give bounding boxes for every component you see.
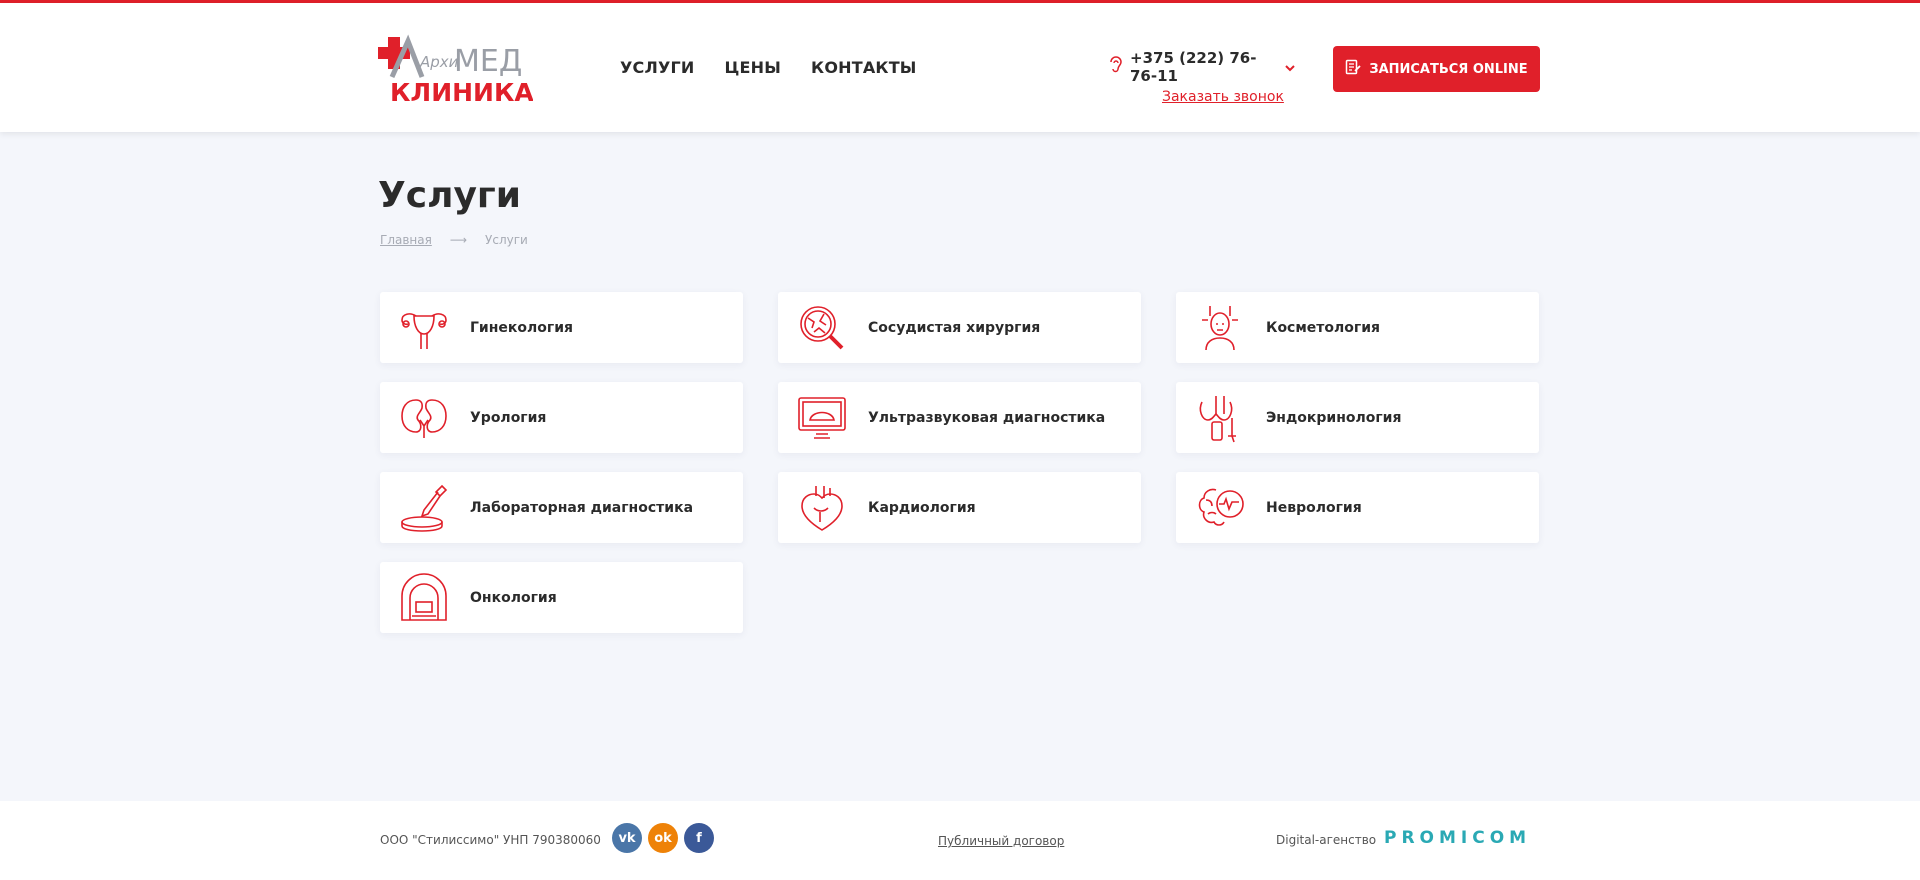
breadcrumb: Главная ⟶ Услуги	[380, 233, 528, 247]
nav-services[interactable]: УСЛУГИ	[620, 58, 695, 77]
service-card-lab-diagnostics[interactable]: Лабораторная диагностика	[380, 472, 743, 543]
site-header: Архи МЕД КЛИНИКА УСЛУГИ ЦЕНЫ КОНТАКТЫ +3…	[0, 3, 1920, 132]
service-card-endocrinology[interactable]: Эндокринология	[1176, 382, 1539, 453]
service-label: Онкология	[470, 589, 557, 606]
ultrasound-monitor-icon	[796, 392, 848, 444]
thyroid-icon	[1194, 392, 1246, 444]
company-legal-info: ООО "Стилиссимо" УНП 790380060	[380, 833, 601, 847]
page-title: Услуги	[378, 175, 521, 216]
service-label: Ультразвуковая диагностика	[868, 409, 1106, 426]
svg-text:Архи: Архи	[419, 53, 459, 71]
facebook-icon[interactable]: f	[684, 823, 714, 853]
service-card-oncology[interactable]: Онкология	[380, 562, 743, 633]
logo-mark-icon: Архи МЕД КЛИНИКА	[378, 34, 533, 105]
ct-scanner-icon	[398, 572, 450, 624]
public-contract-link[interactable]: Публичный договор	[938, 834, 1064, 848]
nav-prices[interactable]: ЦЕНЫ	[725, 58, 782, 77]
service-label: Лабораторная диагностика	[470, 499, 694, 516]
svg-text:МЕД: МЕД	[454, 44, 522, 79]
service-card-vascular-surgery[interactable]: Сосудистая хирургия	[778, 292, 1141, 363]
svg-text:КЛИНИКА: КЛИНИКА	[390, 78, 533, 105]
service-label: Урология	[470, 409, 547, 426]
brain-pulse-icon	[1194, 482, 1246, 534]
breadcrumb-home[interactable]: Главная	[380, 233, 432, 247]
clinic-logo[interactable]: Архи МЕД КЛИНИКА	[378, 33, 533, 105]
form-edit-icon	[1345, 59, 1361, 79]
odnoklassniki-icon[interactable]: ok	[648, 823, 678, 853]
breadcrumb-separator-icon: ⟶	[449, 233, 468, 247]
main-nav: УСЛУГИ ЦЕНЫ КОНТАКТЫ	[620, 58, 917, 77]
uterus-icon	[398, 302, 450, 354]
vk-icon[interactable]: vk	[612, 823, 642, 853]
service-label: Гинекология	[470, 319, 574, 336]
face-treatment-icon	[1194, 302, 1246, 354]
service-card-cardiology[interactable]: Кардиология	[778, 472, 1141, 543]
service-card-cosmetology[interactable]: Косметология	[1176, 292, 1539, 363]
services-grid: Гинекология Сосудистая хирургия Косметол…	[380, 292, 1539, 633]
pipette-dish-icon	[398, 482, 450, 534]
service-card-urology[interactable]: Урология	[380, 382, 743, 453]
breadcrumb-current: Услуги	[485, 233, 528, 247]
service-label: Неврология	[1266, 499, 1362, 516]
contact-block: +375 (222) 76-76-11 Заказать звонок	[1106, 49, 1296, 105]
service-label: Кардиология	[868, 499, 976, 516]
service-card-neurology[interactable]: Неврология	[1176, 472, 1539, 543]
ear-phone-icon	[1106, 56, 1124, 78]
agency-label: Digital-агенство	[1276, 833, 1377, 847]
service-card-gynecology[interactable]: Гинекология	[380, 292, 743, 363]
service-label: Эндокринология	[1266, 409, 1402, 426]
promicom-logo[interactable]: PROMICOM	[1384, 828, 1531, 848]
nav-contacts[interactable]: КОНТАКТЫ	[811, 58, 917, 77]
service-label: Сосудистая хирургия	[868, 319, 1041, 336]
social-links: vk ok f	[612, 823, 714, 853]
book-online-label: ЗАПИСАТЬСЯ ONLINE	[1369, 61, 1528, 77]
book-online-button[interactable]: ЗАПИСАТЬСЯ ONLINE	[1333, 46, 1540, 92]
kidneys-icon	[398, 392, 450, 444]
phone-number[interactable]: +375 (222) 76-76-11	[1130, 49, 1278, 85]
heart-icon	[796, 482, 848, 534]
callback-link[interactable]: Заказать звонок	[1162, 89, 1296, 105]
vessel-magnifier-icon	[796, 302, 848, 354]
service-card-ultrasound[interactable]: Ультразвуковая диагностика	[778, 382, 1141, 453]
chevron-down-icon[interactable]	[1284, 58, 1296, 77]
site-footer: ООО "Стилиссимо" УНП 790380060 vk ok f П…	[0, 801, 1920, 880]
service-label: Косметология	[1266, 319, 1381, 336]
